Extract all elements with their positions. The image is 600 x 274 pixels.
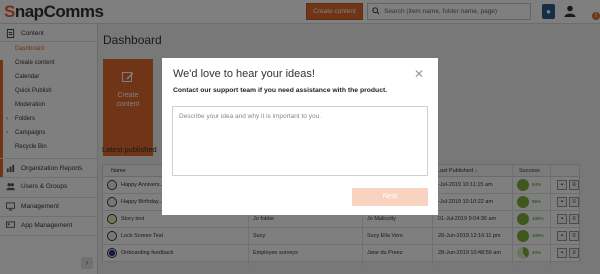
modal-subtitle: Contact our support team if you need ass…: [173, 87, 388, 94]
idea-textarea[interactable]: Describe your idea and why it is importa…: [172, 106, 428, 176]
close-icon[interactable]: ✕: [414, 67, 424, 81]
idea-placeholder: Describe your idea and why it is importa…: [179, 113, 321, 120]
feedback-modal: We'd love to hear your ideas! ✕ Contact …: [162, 58, 438, 215]
modal-title: We'd love to hear your ideas!: [173, 68, 315, 80]
next-button[interactable]: Next: [352, 188, 428, 206]
